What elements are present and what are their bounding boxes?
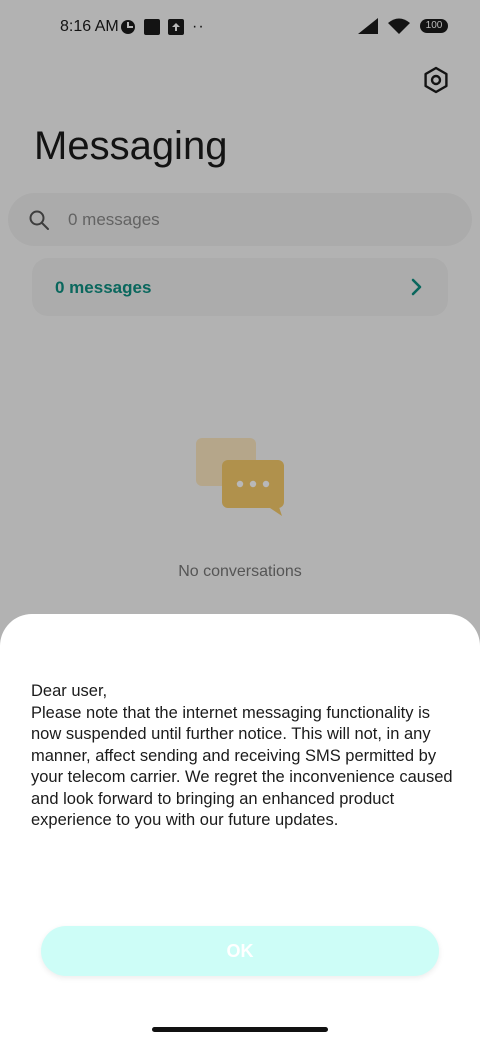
notice-dialog: Dear user, Please note that the internet… xyxy=(0,614,480,1040)
home-indicator[interactable] xyxy=(152,1027,328,1032)
dialog-message: Dear user, Please note that the internet… xyxy=(31,682,453,829)
ok-button[interactable]: OK xyxy=(41,926,439,976)
